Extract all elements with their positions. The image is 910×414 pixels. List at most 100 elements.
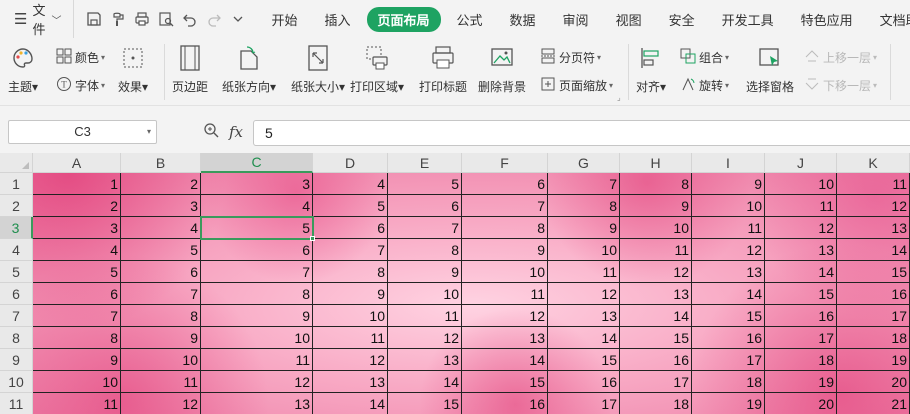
orientation-button[interactable]: 纸张方向 ▾ [222,44,276,95]
paper-size-button[interactable]: 纸张大小 ▾ [291,44,345,95]
cell-D2[interactable]: 5 [313,195,388,217]
cell-H1[interactable]: 8 [620,173,692,195]
print-icon[interactable] [130,7,154,31]
undo-icon[interactable] [178,7,202,31]
print-titles-button[interactable]: 打印标题 [419,44,467,95]
cell-B11[interactable]: 12 [121,393,201,414]
cell-J1[interactable]: 10 [765,173,837,195]
cell-E10[interactable]: 14 [388,371,462,393]
cell-B9[interactable]: 10 [121,349,201,371]
cell-F2[interactable]: 7 [462,195,548,217]
file-menu[interactable]: ☰ 文件 ﹀ [0,0,71,38]
cell-E1[interactable]: 5 [388,173,462,195]
tab-review[interactable]: 审阅 [552,7,600,32]
cell-I6[interactable]: 14 [692,283,765,305]
cell-B5[interactable]: 6 [121,261,201,283]
cell-C8[interactable]: 10 [201,327,313,349]
cell-G8[interactable]: 14 [548,327,620,349]
cell-I8[interactable]: 16 [692,327,765,349]
redo-icon[interactable] [202,7,226,31]
tab-security[interactable]: 安全 [658,7,706,32]
cell-J11[interactable]: 20 [765,393,837,414]
cell-K9[interactable]: 19 [837,349,910,371]
cell-F10[interactable]: 15 [462,371,548,393]
column-header-C[interactable]: C [201,153,313,173]
column-header-I[interactable]: I [692,153,765,173]
column-header-E[interactable]: E [388,153,462,173]
cell-H8[interactable]: 15 [620,327,692,349]
cell-D10[interactable]: 13 [313,371,388,393]
row-header-3[interactable]: 3 [0,217,33,239]
cell-B3[interactable]: 4 [121,217,201,239]
cell-E9[interactable]: 13 [388,349,462,371]
page-zoom-button[interactable]: 页面缩放 ▾ [540,76,613,95]
cell-I1[interactable]: 9 [692,173,765,195]
cell-F3[interactable]: 8 [462,217,548,239]
cell-C2[interactable]: 4 [201,195,313,217]
column-header-J[interactable]: J [765,153,837,173]
bring-forward-button[interactable]: 上移一层 ▾ [804,48,877,67]
tab-page-layout[interactable]: 页面布局 [366,6,441,32]
cell-A4[interactable]: 4 [33,239,121,261]
name-box[interactable]: C3 ▾ [8,120,157,144]
fonts-button[interactable]: T 字体 ▾ [56,76,105,95]
cell-C9[interactable]: 11 [201,349,313,371]
print-preview-icon[interactable] [154,7,178,31]
cell-B2[interactable]: 3 [121,195,201,217]
cell-H2[interactable]: 9 [620,195,692,217]
cell-D7[interactable]: 10 [313,305,388,327]
cell-D11[interactable]: 14 [313,393,388,414]
row-header-10[interactable]: 10 [0,371,33,393]
column-header-A[interactable]: A [33,153,121,173]
zoom-search-icon[interactable] [203,122,219,141]
cell-J5[interactable]: 14 [765,261,837,283]
cell-I4[interactable]: 12 [692,239,765,261]
row-header-5[interactable]: 5 [0,261,33,283]
cell-G1[interactable]: 7 [548,173,620,195]
cell-A9[interactable]: 9 [33,349,121,371]
cell-G10[interactable]: 16 [548,371,620,393]
cell-E8[interactable]: 12 [388,327,462,349]
cell-G3[interactable]: 9 [548,217,620,239]
cell-F6[interactable]: 11 [462,283,548,305]
cell-G6[interactable]: 12 [548,283,620,305]
cell-F8[interactable]: 13 [462,327,548,349]
cell-B7[interactable]: 8 [121,305,201,327]
cell-I10[interactable]: 18 [692,371,765,393]
cell-K3[interactable]: 13 [837,217,910,239]
cell-J10[interactable]: 19 [765,371,837,393]
cell-C10[interactable]: 12 [201,371,313,393]
effects-button[interactable]: 效果 ▾ [118,44,148,95]
cell-K5[interactable]: 15 [837,261,910,283]
tab-doc-assistant[interactable]: 文档助手 [869,7,910,32]
cell-C11[interactable]: 13 [201,393,313,414]
print-area-button[interactable]: 打印区域 ▾ [350,44,404,95]
page-break-button[interactable]: 分页符 ▾ [540,48,601,67]
cell-J8[interactable]: 17 [765,327,837,349]
save-icon[interactable] [82,7,106,31]
cell-G7[interactable]: 13 [548,305,620,327]
cell-I2[interactable]: 10 [692,195,765,217]
cell-A1[interactable]: 1 [33,173,121,195]
tab-view[interactable]: 视图 [605,7,653,32]
tab-features[interactable]: 特色应用 [790,7,864,32]
cell-C7[interactable]: 9 [201,305,313,327]
cell-A11[interactable]: 11 [33,393,121,414]
cell-J4[interactable]: 13 [765,239,837,261]
cell-H4[interactable]: 11 [620,239,692,261]
cell-J7[interactable]: 16 [765,305,837,327]
cell-F1[interactable]: 6 [462,173,548,195]
row-header-8[interactable]: 8 [0,327,33,349]
row-header-6[interactable]: 6 [0,283,33,305]
colors-button[interactable]: 颜色 ▾ [56,48,105,67]
cell-K8[interactable]: 18 [837,327,910,349]
rotate-button[interactable]: 旋转 ▾ [680,76,729,95]
cell-H7[interactable]: 14 [620,305,692,327]
cell-B1[interactable]: 2 [121,173,201,195]
cell-K2[interactable]: 12 [837,195,910,217]
group-button[interactable]: 组合 ▾ [680,48,729,67]
cell-K1[interactable]: 11 [837,173,910,195]
cell-E3[interactable]: 7 [388,217,462,239]
selection-pane-button[interactable]: 选择窗格 [746,44,794,95]
cell-D4[interactable]: 7 [313,239,388,261]
